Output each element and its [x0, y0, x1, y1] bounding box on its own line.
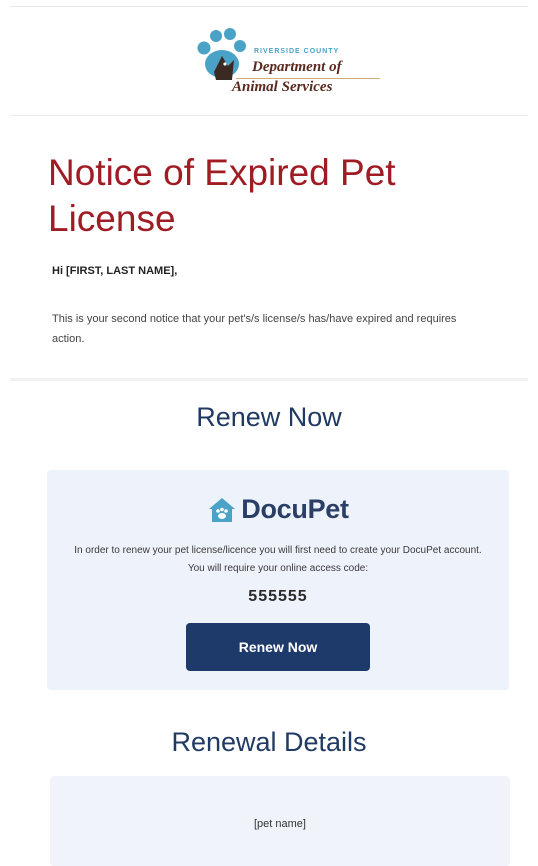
section-divider: [10, 378, 528, 381]
renew-card: DocuPet In order to renew your pet licen…: [47, 470, 509, 690]
docupet-logo: DocuPet: [47, 494, 509, 530]
greeting: Hi [FIRST, LAST NAME],: [52, 265, 178, 277]
notice-body: This is your second notice that your pet…: [52, 313, 457, 345]
renew-instructions: In order to renew your pet license/licen…: [74, 545, 482, 574]
logo-line1: Department of: [252, 59, 342, 75]
logo-county: RIVERSIDE COUNTY: [254, 48, 340, 55]
docupet-name: DocuPet: [241, 494, 349, 524]
notice-title: Notice of Expired Pet License: [48, 152, 396, 239]
top-divider: [10, 6, 528, 7]
email-page: RIVERSIDE COUNTY Department of Animal Se…: [0, 0, 538, 866]
renewal-details-heading: Renewal Details: [171, 727, 367, 757]
access-code: 555555: [248, 588, 308, 605]
department-logo: RIVERSIDE COUNTY Department of Animal Se…: [192, 24, 380, 102]
house-paw-icon: [209, 497, 236, 522]
renew-heading: Renew Now: [196, 402, 342, 432]
renew-now-button[interactable]: Renew Now: [186, 623, 370, 671]
header-divider: [10, 115, 528, 116]
logo-line2: Animal Services: [232, 79, 333, 95]
renewal-details-card: [pet name]: [50, 776, 510, 866]
pet-name: [pet name]: [254, 818, 306, 830]
